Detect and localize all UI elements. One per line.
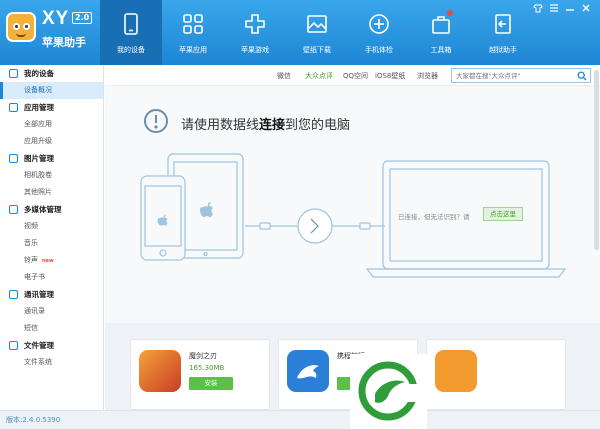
sidebar-group-photo-management[interactable]: 图片管理 — [0, 150, 103, 167]
sidebar-item-device-overview[interactable]: 设备概况 — [0, 82, 103, 99]
sidebar-item-other-photos[interactable]: 其他照片 — [0, 184, 103, 201]
new-badge: new — [42, 258, 54, 264]
nav-phone-checkup[interactable]: 手机体检 — [348, 0, 410, 65]
jailbreak-icon — [495, 14, 511, 34]
link-ios8-wallpaper[interactable]: iOS8壁纸 — [375, 71, 405, 81]
main-nav: 我的设备 苹果应用 苹果游戏 壁纸下载 手机体检 工具箱 越狱助手 — [100, 0, 534, 65]
minimize-icon[interactable] — [564, 2, 576, 14]
close-icon[interactable] — [580, 2, 592, 14]
sidebar-item-camera-roll[interactable]: 相机胶卷 — [0, 167, 103, 184]
app-logo-icon — [6, 12, 36, 42]
nav-apple-apps[interactable]: 苹果应用 — [162, 0, 224, 65]
app-icon-mojian — [139, 350, 181, 392]
image-icon — [307, 15, 327, 33]
app-icon — [435, 350, 477, 392]
link-qzone[interactable]: QQ空间 — [343, 71, 368, 81]
phone-icon — [124, 13, 138, 35]
brand-name: XY — [42, 8, 70, 29]
connected-hint: 已连接，但无法识别？请 — [398, 213, 470, 221]
install-button[interactable]: 安装 — [189, 377, 233, 390]
quick-links-bar: 微信 大众点评 QQ空间 iOS8壁纸 浏览器 — [105, 65, 600, 85]
apps-icon — [9, 103, 18, 112]
version-label: 版本:2.4.0.5390 — [6, 416, 61, 424]
link-dianping[interactable]: 大众点评 — [305, 71, 333, 81]
apps-grid-icon — [183, 14, 203, 34]
sidebar-item-sms[interactable]: 短信 — [0, 320, 103, 337]
contacts-icon — [9, 290, 18, 299]
nav-wallpaper[interactable]: 壁纸下载 — [286, 0, 348, 65]
dolphin-icon — [297, 365, 319, 379]
checkup-plus-icon — [369, 14, 389, 34]
device-icon — [9, 69, 18, 78]
sidebar-group-app-management[interactable]: 应用管理 — [0, 99, 103, 116]
nav-apple-games[interactable]: 苹果游戏 — [224, 0, 286, 65]
nav-toolbox[interactable]: 工具箱 — [410, 0, 472, 65]
folder-icon — [9, 341, 18, 350]
sidebar-item-file-system[interactable]: 文件系统 — [0, 354, 103, 371]
watermark-logo — [350, 354, 427, 429]
media-icon — [9, 205, 18, 214]
status-bar: 版本:2.4.0.5390 — [0, 410, 600, 429]
app-card[interactable]: 魔剑之刃 165.30MB 安装 — [130, 339, 270, 410]
gamepad-plus-icon — [245, 14, 265, 34]
sidebar: 我的设备 设备概况 应用管理 全部应用 应用升级 图片管理 相机胶卷 其他照片 … — [0, 65, 104, 410]
notification-badge — [447, 10, 453, 16]
menu-icon[interactable] — [548, 2, 560, 14]
picture-icon — [9, 154, 18, 163]
app-icon-ctrip — [287, 350, 329, 392]
leaf-logo-icon — [358, 361, 418, 421]
click-here-button[interactable]: 点击这里 — [483, 207, 523, 221]
sidebar-item-video[interactable]: 视频 — [0, 218, 103, 235]
phone-illustration — [140, 175, 186, 261]
app-card[interactable] — [426, 339, 566, 410]
connect-device-panel: 请使用数据线连接到您的电脑 已连接，但无法识别？请 点击这里 — [105, 85, 600, 323]
sidebar-item-all-apps[interactable]: 全部应用 — [0, 116, 103, 133]
scrollbar[interactable] — [594, 70, 599, 250]
sidebar-item-address-book[interactable]: 通讯录 — [0, 303, 103, 320]
link-wechat[interactable]: 微信 — [277, 71, 291, 81]
link-browser[interactable]: 浏览器 — [417, 71, 438, 81]
search-box — [451, 68, 591, 83]
title-bar: XY 2.0 苹果助手 我的设备 苹果应用 苹果游戏 壁纸下载 手机体检 工具箱 — [0, 0, 600, 65]
sidebar-item-music[interactable]: 音乐 — [0, 235, 103, 252]
sidebar-group-my-device[interactable]: 我的设备 — [0, 65, 103, 82]
sidebar-item-ebook[interactable]: 电子书 — [0, 269, 103, 286]
sidebar-group-file-management[interactable]: 文件管理 — [0, 337, 103, 354]
search-input[interactable] — [456, 70, 572, 81]
sidebar-group-contacts-management[interactable]: 通讯管理 — [0, 286, 103, 303]
brand-subtitle: 苹果助手 — [42, 36, 86, 49]
brand-version: 2.0 — [72, 12, 93, 24]
nav-my-device[interactable]: 我的设备 — [100, 0, 162, 65]
sidebar-item-ringtone[interactable]: 铃声 new — [0, 252, 103, 269]
skin-icon[interactable] — [532, 2, 544, 14]
device-illustration — [140, 153, 567, 278]
sidebar-item-app-upgrade[interactable]: 应用升级 — [0, 133, 103, 150]
sidebar-group-media-management[interactable]: 多媒体管理 — [0, 201, 103, 218]
search-icon[interactable] — [577, 71, 587, 81]
nav-jailbreak[interactable]: 越狱助手 — [472, 0, 534, 65]
